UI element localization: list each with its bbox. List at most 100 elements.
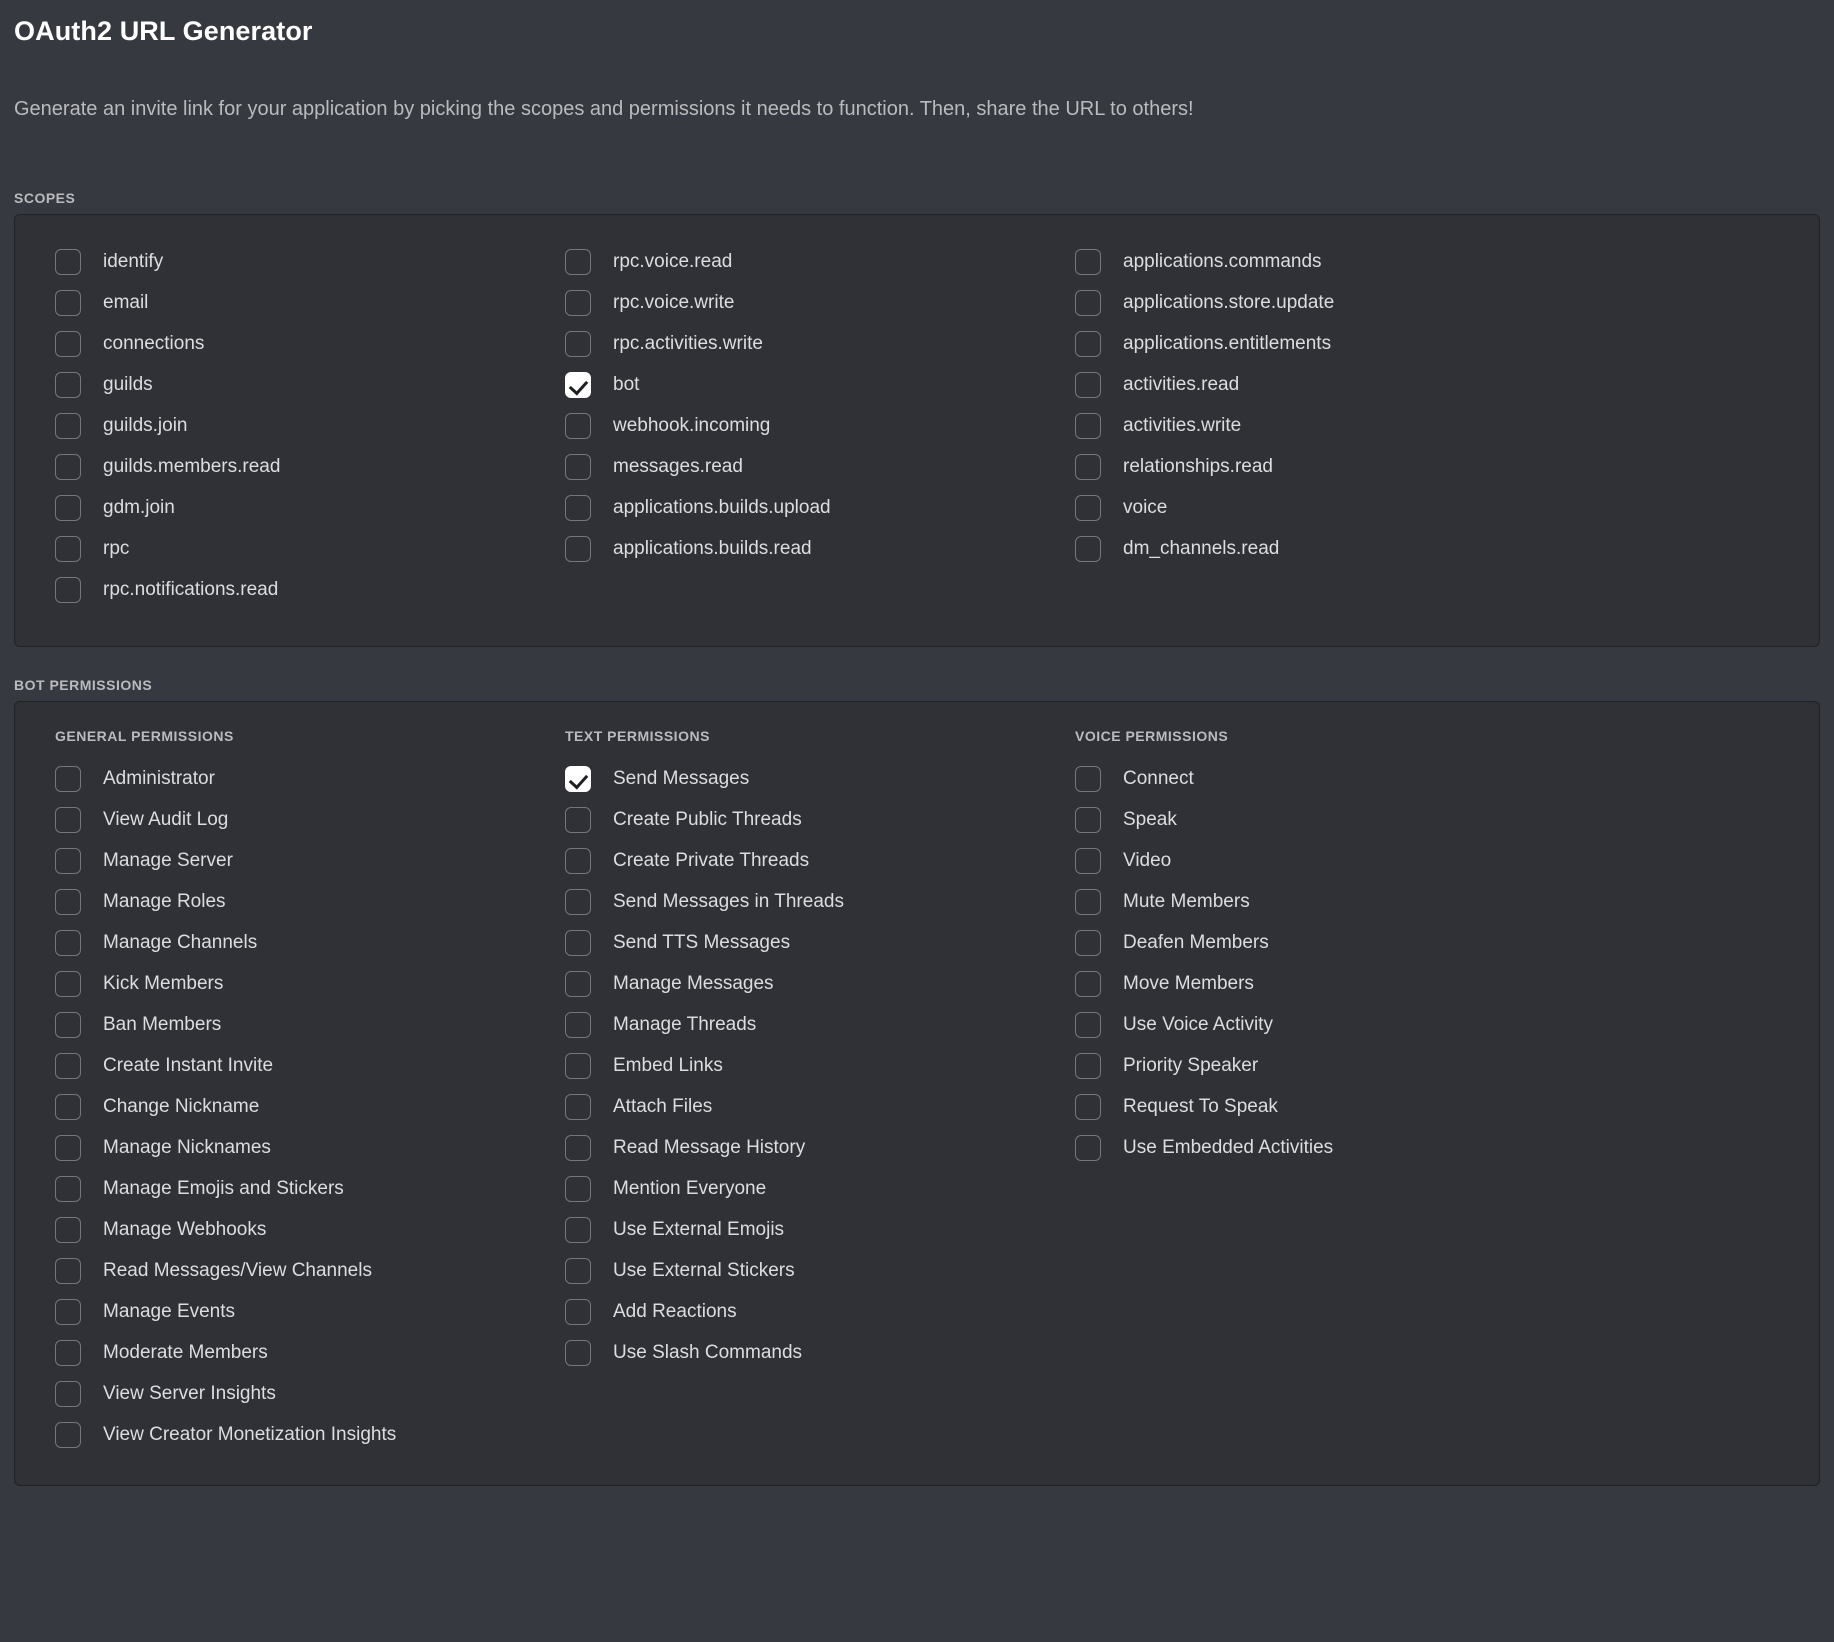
scope-option[interactable]: rpc.voice.write xyxy=(547,282,1057,323)
scope-option[interactable]: rpc xyxy=(37,528,547,569)
checkbox-unchecked-icon[interactable] xyxy=(565,848,591,874)
checkbox-unchecked-icon[interactable] xyxy=(565,454,591,480)
scope-option[interactable]: guilds.members.read xyxy=(37,446,547,487)
checkbox-unchecked-icon[interactable] xyxy=(55,454,81,480)
checkbox-unchecked-icon[interactable] xyxy=(55,1217,81,1243)
checkbox-unchecked-icon[interactable] xyxy=(55,766,81,792)
checkbox-unchecked-icon[interactable] xyxy=(55,1176,81,1202)
checkbox-unchecked-icon[interactable] xyxy=(55,1299,81,1325)
checkbox-checked-icon[interactable] xyxy=(565,372,591,398)
scope-option[interactable]: guilds xyxy=(37,364,547,405)
permission-option[interactable]: Move Members xyxy=(1057,963,1577,1004)
checkbox-unchecked-icon[interactable] xyxy=(1075,1012,1101,1038)
checkbox-unchecked-icon[interactable] xyxy=(55,331,81,357)
scope-option[interactable]: identify xyxy=(37,241,547,282)
scope-option[interactable]: applications.builds.upload xyxy=(547,487,1057,528)
scope-option[interactable]: guilds.join xyxy=(37,405,547,446)
permission-option[interactable]: Send TTS Messages xyxy=(547,922,1057,963)
scope-option[interactable]: rpc.notifications.read xyxy=(37,569,547,610)
permission-option[interactable]: Manage Threads xyxy=(547,1004,1057,1045)
scope-option[interactable]: rpc.activities.write xyxy=(547,323,1057,364)
checkbox-unchecked-icon[interactable] xyxy=(55,807,81,833)
checkbox-unchecked-icon[interactable] xyxy=(55,249,81,275)
checkbox-checked-icon[interactable] xyxy=(565,766,591,792)
checkbox-unchecked-icon[interactable] xyxy=(55,577,81,603)
checkbox-unchecked-icon[interactable] xyxy=(1075,930,1101,956)
permission-option[interactable]: Manage Messages xyxy=(547,963,1057,1004)
checkbox-unchecked-icon[interactable] xyxy=(1075,1135,1101,1161)
checkbox-unchecked-icon[interactable] xyxy=(565,1012,591,1038)
permission-option[interactable]: Video xyxy=(1057,840,1577,881)
checkbox-unchecked-icon[interactable] xyxy=(1075,807,1101,833)
checkbox-unchecked-icon[interactable] xyxy=(1075,766,1101,792)
scope-option[interactable]: dm_channels.read xyxy=(1057,528,1577,569)
scope-option[interactable]: email xyxy=(37,282,547,323)
checkbox-unchecked-icon[interactable] xyxy=(1075,413,1101,439)
permission-option[interactable]: Speak xyxy=(1057,799,1577,840)
checkbox-unchecked-icon[interactable] xyxy=(565,331,591,357)
permission-option[interactable]: Administrator xyxy=(37,758,547,799)
permission-option[interactable]: Manage Emojis and Stickers xyxy=(37,1168,547,1209)
checkbox-unchecked-icon[interactable] xyxy=(55,1422,81,1448)
checkbox-unchecked-icon[interactable] xyxy=(565,290,591,316)
checkbox-unchecked-icon[interactable] xyxy=(1075,372,1101,398)
permission-option[interactable]: Kick Members xyxy=(37,963,547,1004)
permission-option[interactable]: Manage Roles xyxy=(37,881,547,922)
permission-option[interactable]: Create Public Threads xyxy=(547,799,1057,840)
checkbox-unchecked-icon[interactable] xyxy=(55,1258,81,1284)
scope-option[interactable]: rpc.voice.read xyxy=(547,241,1057,282)
checkbox-unchecked-icon[interactable] xyxy=(55,1135,81,1161)
checkbox-unchecked-icon[interactable] xyxy=(55,372,81,398)
checkbox-unchecked-icon[interactable] xyxy=(565,889,591,915)
checkbox-unchecked-icon[interactable] xyxy=(1075,331,1101,357)
checkbox-unchecked-icon[interactable] xyxy=(1075,495,1101,521)
checkbox-unchecked-icon[interactable] xyxy=(565,1299,591,1325)
scope-option[interactable]: applications.store.update xyxy=(1057,282,1577,323)
scope-option[interactable]: activities.write xyxy=(1057,405,1577,446)
checkbox-unchecked-icon[interactable] xyxy=(55,1381,81,1407)
permission-option[interactable]: Attach Files xyxy=(547,1086,1057,1127)
checkbox-unchecked-icon[interactable] xyxy=(565,1217,591,1243)
checkbox-unchecked-icon[interactable] xyxy=(565,807,591,833)
scope-option[interactable]: bot xyxy=(547,364,1057,405)
checkbox-unchecked-icon[interactable] xyxy=(1075,290,1101,316)
checkbox-unchecked-icon[interactable] xyxy=(1075,1053,1101,1079)
permission-option[interactable]: Moderate Members xyxy=(37,1332,547,1373)
scope-option[interactable]: connections xyxy=(37,323,547,364)
permission-option[interactable]: Change Nickname xyxy=(37,1086,547,1127)
checkbox-unchecked-icon[interactable] xyxy=(55,536,81,562)
scope-option[interactable]: applications.commands xyxy=(1057,241,1577,282)
permission-option[interactable]: Create Instant Invite xyxy=(37,1045,547,1086)
permission-option[interactable]: Manage Events xyxy=(37,1291,547,1332)
checkbox-unchecked-icon[interactable] xyxy=(1075,249,1101,275)
permission-option[interactable]: Mention Everyone xyxy=(547,1168,1057,1209)
checkbox-unchecked-icon[interactable] xyxy=(1075,536,1101,562)
permission-option[interactable]: Manage Webhooks xyxy=(37,1209,547,1250)
checkbox-unchecked-icon[interactable] xyxy=(565,1094,591,1120)
checkbox-unchecked-icon[interactable] xyxy=(55,413,81,439)
checkbox-unchecked-icon[interactable] xyxy=(55,1094,81,1120)
checkbox-unchecked-icon[interactable] xyxy=(565,495,591,521)
permission-option[interactable]: Priority Speaker xyxy=(1057,1045,1577,1086)
permission-option[interactable]: Request To Speak xyxy=(1057,1086,1577,1127)
permission-option[interactable]: Manage Server xyxy=(37,840,547,881)
checkbox-unchecked-icon[interactable] xyxy=(565,930,591,956)
checkbox-unchecked-icon[interactable] xyxy=(55,848,81,874)
permission-option[interactable]: Manage Channels xyxy=(37,922,547,963)
permission-option[interactable]: Read Message History xyxy=(547,1127,1057,1168)
permission-option[interactable]: View Server Insights xyxy=(37,1373,547,1414)
checkbox-unchecked-icon[interactable] xyxy=(1075,454,1101,480)
permission-option[interactable]: Ban Members xyxy=(37,1004,547,1045)
checkbox-unchecked-icon[interactable] xyxy=(55,1012,81,1038)
checkbox-unchecked-icon[interactable] xyxy=(55,971,81,997)
permission-option[interactable]: Send Messages in Threads xyxy=(547,881,1057,922)
checkbox-unchecked-icon[interactable] xyxy=(55,889,81,915)
checkbox-unchecked-icon[interactable] xyxy=(1075,848,1101,874)
checkbox-unchecked-icon[interactable] xyxy=(565,1340,591,1366)
permission-option[interactable]: Create Private Threads xyxy=(547,840,1057,881)
permission-option[interactable]: Deafen Members xyxy=(1057,922,1577,963)
permission-option[interactable]: Manage Nicknames xyxy=(37,1127,547,1168)
checkbox-unchecked-icon[interactable] xyxy=(1075,971,1101,997)
permission-option[interactable]: Embed Links xyxy=(547,1045,1057,1086)
permission-option[interactable]: View Audit Log xyxy=(37,799,547,840)
